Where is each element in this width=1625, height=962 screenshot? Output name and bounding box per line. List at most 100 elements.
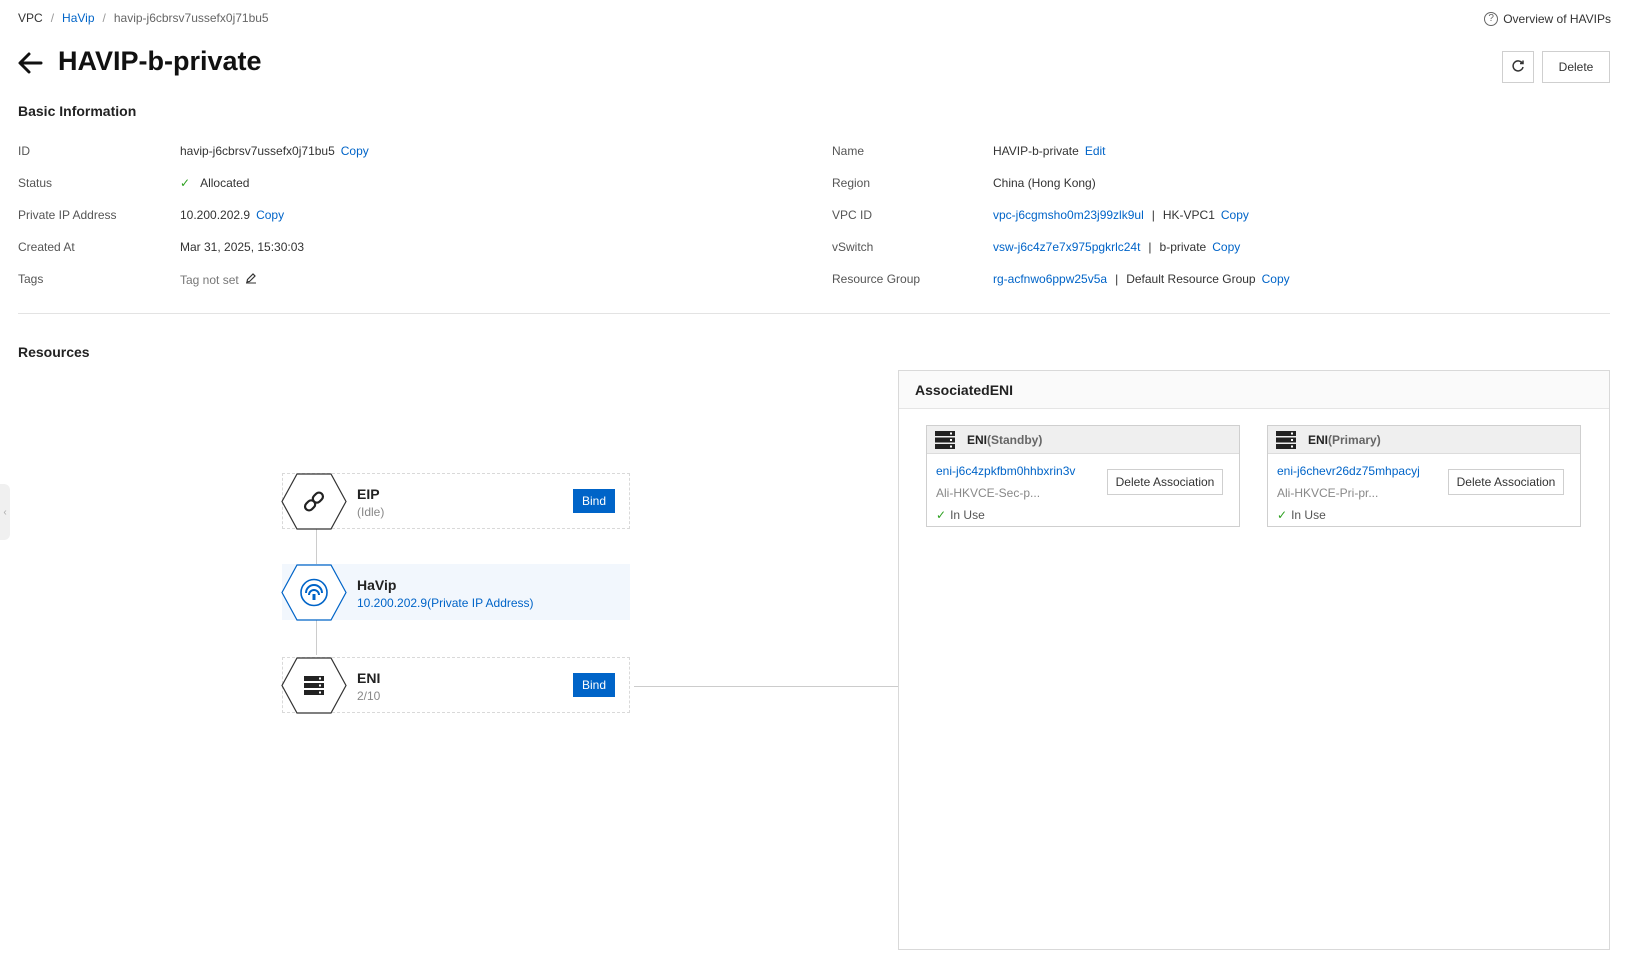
basic-info-title: Basic Information — [18, 103, 137, 119]
server-icon — [281, 657, 347, 714]
breadcrumb-separator: / — [102, 11, 106, 25]
status-label: Status — [18, 176, 53, 190]
vswitch-id-link[interactable]: vsw-j6c4z7e7x975pgkrlc24t — [993, 240, 1140, 254]
copy-id-button[interactable]: Copy — [341, 144, 369, 158]
eni-card-type: ENI — [1308, 432, 1329, 447]
rg-label: Resource Group — [832, 272, 921, 286]
created-value: Mar 31, 2025, 15:30:03 — [180, 240, 305, 254]
resources-title: Resources — [18, 344, 90, 360]
eni-description: Ali-HKVCE-Sec-p... — [936, 486, 1041, 500]
overview-label: Overview of HAVIPs — [1503, 12, 1611, 26]
breadcrumb-vpc[interactable]: VPC — [18, 11, 43, 25]
topology-connector — [316, 620, 317, 655]
eni-card-header: ENI (Primary) — [1268, 426, 1580, 454]
created-label: Created At — [18, 240, 75, 254]
section-divider — [18, 313, 1610, 314]
region-label: Region — [832, 176, 871, 190]
eni-status: ✓ In Use — [936, 508, 985, 522]
tags-row: Tag not set — [180, 272, 257, 287]
eip-title: EIP — [357, 486, 380, 502]
name-row: HAVIP-b-private Edit — [993, 144, 1106, 158]
check-icon: ✓ — [936, 508, 947, 522]
status-value: Allocated — [200, 176, 250, 190]
delete-association-button[interactable]: Delete Association — [1448, 469, 1564, 495]
collapse-handle[interactable]: ‹ — [0, 484, 10, 540]
region-value: China (Hong Kong) — [993, 176, 1096, 190]
breadcrumb-separator: / — [50, 11, 55, 25]
tags-label: Tags — [18, 272, 44, 286]
copy-vpc-button[interactable]: Copy — [1221, 208, 1249, 222]
eni-card-standby: ENI (Standby) eni-j6c4zpkfbm0hhbxrin3v A… — [926, 425, 1240, 527]
eni-title: ENI — [357, 670, 381, 686]
breadcrumb-current: havip-j6cbrsv7ussefx0j71bu5 — [113, 11, 269, 25]
pencil-icon[interactable] — [245, 272, 257, 287]
check-icon: ✓ — [1277, 508, 1288, 522]
check-icon: ✓ — [180, 176, 191, 190]
server-icon — [1276, 430, 1296, 449]
havip-title: HaVip — [357, 577, 397, 593]
eni-status: ✓ In Use — [1277, 508, 1326, 522]
refresh-icon — [1511, 59, 1525, 76]
name-label: Name — [832, 144, 865, 158]
link-icon — [281, 473, 347, 530]
private-ip-label: Private IP Address — [18, 208, 117, 222]
bind-eip-button[interactable]: Bind — [573, 489, 615, 513]
eni-card-primary: ENI (Primary) eni-j6chevr26dz75mhpacyj A… — [1267, 425, 1581, 527]
separator: | — [1115, 272, 1119, 286]
tags-value: Tag not set — [180, 272, 239, 287]
question-circle-icon: ? — [1484, 12, 1499, 26]
status-value-row: ✓ Allocated — [180, 176, 249, 190]
associated-eni-title: AssociatedENI — [899, 371, 1609, 409]
vswitch-row: vsw-j6c4z7e7x975pgkrlc24t | b-private Co… — [993, 240, 1240, 254]
rg-name: Default Resource Group — [1126, 272, 1256, 286]
topology-connector — [316, 529, 317, 564]
refresh-button[interactable] — [1502, 51, 1534, 83]
server-icon — [935, 430, 955, 449]
breadcrumb: VPC / HaVip / havip-j6cbrsv7ussefx0j71bu… — [18, 11, 269, 25]
copy-vswitch-button[interactable]: Copy — [1212, 240, 1240, 254]
rg-row: rg-acfnwo6ppw25v5a | Default Resource Gr… — [993, 272, 1290, 286]
name-value: HAVIP-b-private — [993, 144, 1079, 158]
bind-eni-button[interactable]: Bind — [573, 673, 615, 697]
eni-node[interactable]: ENI 2/10 Bind — [281, 657, 630, 714]
eni-id-link[interactable]: eni-j6chevr26dz75mhpacyj — [1277, 464, 1420, 478]
separator: | — [1148, 240, 1152, 254]
associated-eni-panel: AssociatedENI ENI (Standby) eni-j6c4zpkf… — [898, 370, 1610, 950]
vswitch-label: vSwitch — [832, 240, 874, 254]
eni-description: Ali-HKVCE-Pri-pr... — [1277, 486, 1379, 500]
private-ip-value: 10.200.202.9 — [180, 208, 251, 222]
vpc-row: vpc-j6cgmsho0m23j99zlk9ul | HK-VPC1 Copy — [993, 208, 1249, 222]
copy-rg-button[interactable]: Copy — [1262, 272, 1290, 286]
id-value-row: havip-j6cbrsv7ussefx0j71bu5 Copy — [180, 144, 369, 158]
eip-status: (Idle) — [357, 505, 385, 519]
havip-node[interactable]: HaVip 10.200.202.9(Private IP Address) — [281, 564, 630, 621]
vswitch-name: b-private — [1159, 240, 1207, 254]
havip-ip: 10.200.202.9(Private IP Address) — [357, 596, 534, 610]
copy-ip-button[interactable]: Copy — [256, 208, 284, 222]
eni-card-role: (Standby) — [987, 432, 1043, 447]
private-ip-row: 10.200.202.9 Copy — [180, 208, 284, 222]
vpc-label: VPC ID — [832, 208, 873, 222]
delete-association-button[interactable]: Delete Association — [1107, 469, 1223, 495]
wifi-icon — [281, 564, 347, 621]
delete-button[interactable]: Delete — [1542, 51, 1610, 83]
eni-id-link[interactable]: eni-j6c4zpkfbm0hhbxrin3v — [936, 464, 1075, 478]
breadcrumb-havip[interactable]: HaVip — [62, 11, 94, 25]
rg-id-link[interactable]: rg-acfnwo6ppw25v5a — [993, 272, 1107, 286]
eni-card-role: (Primary) — [1328, 432, 1381, 447]
page-title: HAVIP-b-private — [58, 46, 262, 76]
eip-node[interactable]: EIP (Idle) Bind — [281, 473, 630, 530]
vpc-name: HK-VPC1 — [1162, 208, 1215, 222]
vpc-id-link[interactable]: vpc-j6cgmsho0m23j99zlk9ul — [993, 208, 1144, 222]
separator: | — [1151, 208, 1155, 222]
arrow-left-icon[interactable] — [17, 49, 43, 77]
eni-status-text: In Use — [950, 508, 985, 522]
eni-count: 2/10 — [357, 689, 381, 703]
eni-card-header: ENI (Standby) — [927, 426, 1239, 454]
eni-status-text: In Use — [1291, 508, 1326, 522]
topology-connector — [634, 686, 898, 687]
id-label: ID — [18, 144, 30, 158]
edit-name-button[interactable]: Edit — [1085, 144, 1106, 158]
overview-link[interactable]: ? Overview of HAVIPs — [1484, 12, 1611, 26]
id-value: havip-j6cbrsv7ussefx0j71bu5 — [180, 144, 335, 158]
